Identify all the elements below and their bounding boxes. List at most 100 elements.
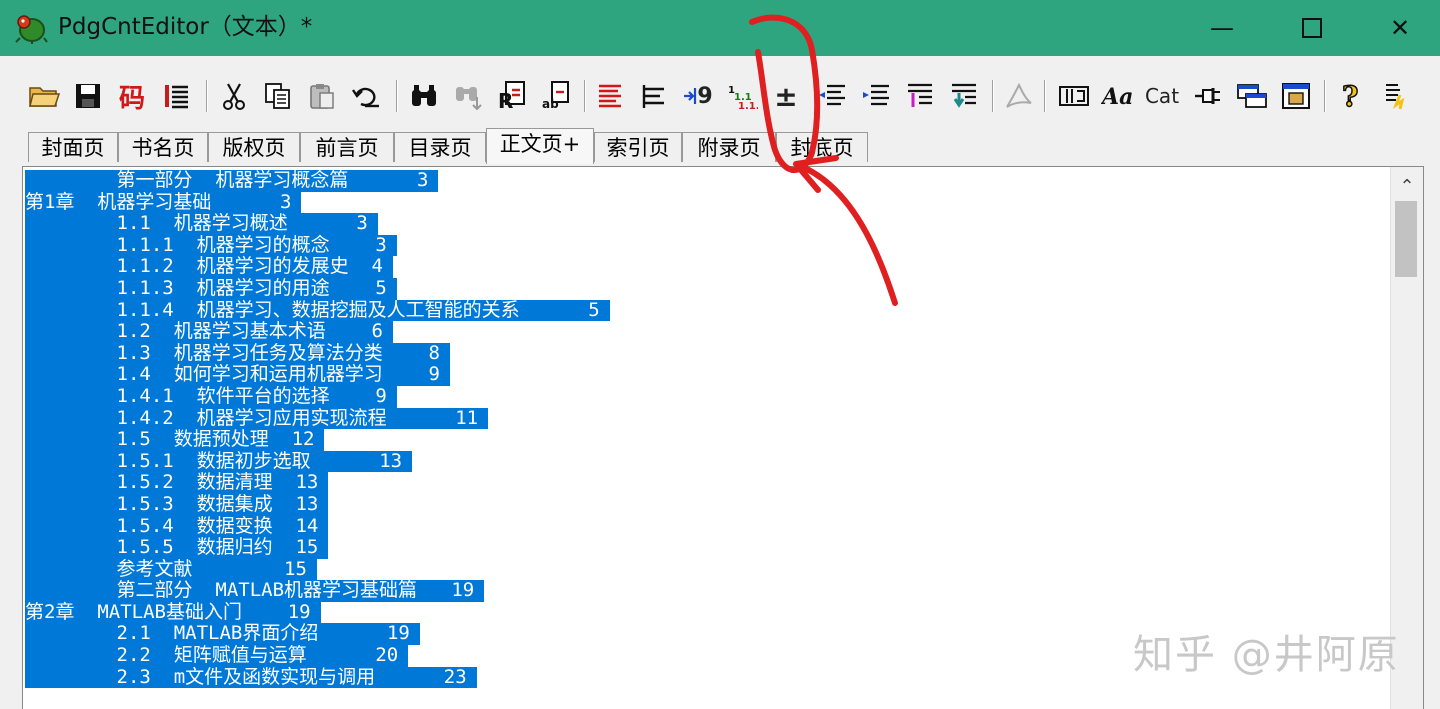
- chevron-up-icon: ⌃: [1399, 175, 1415, 197]
- toc-line-text: 1.5.4 数据变换 14: [25, 515, 329, 538]
- font-aa-icon: Aa: [1101, 84, 1133, 110]
- toc-line: 1.1.2 机器学习的发展史 4: [25, 256, 610, 278]
- plus-minus-icon: ±: [774, 79, 798, 113]
- replace-button[interactable]: R: [492, 76, 532, 116]
- replace-all-button[interactable]: ab: [536, 76, 576, 116]
- paste-clipboard-icon: [310, 84, 334, 109]
- cat-text-icon: Cat: [1144, 84, 1180, 108]
- pin-button[interactable]: [1188, 76, 1228, 116]
- toc-line-text: 1.4.2 机器学习应用实现流程 11: [25, 407, 489, 430]
- watermark: 知乎 @井阿原: [1133, 632, 1400, 678]
- toc-line: 1.5.5 数据归约 15: [25, 536, 610, 559]
- preview-button[interactable]: [1276, 76, 1316, 116]
- cat-button[interactable]: Cat: [1142, 76, 1182, 116]
- toc-line: 1.1.1 机器学习的概念 3: [25, 234, 610, 257]
- page-number-button[interactable]: 9: [678, 76, 718, 116]
- indent-button[interactable]: [856, 76, 896, 116]
- undo-button[interactable]: [346, 76, 386, 116]
- toc-line: 1.5.1 数据初步选取 13: [25, 450, 610, 473]
- toolbar-separator: [584, 80, 586, 112]
- scroll-thumb[interactable]: [1395, 201, 1417, 277]
- tab-appendix[interactable]: 附录页: [682, 132, 776, 162]
- open-folder-button[interactable]: [24, 76, 64, 116]
- toc-line: 参考文献 15: [25, 558, 610, 581]
- outdent-button[interactable]: [812, 76, 852, 116]
- level-numbering-button[interactable]: 11.11.1.1: [722, 76, 762, 116]
- toc-line-text: 1.2 机器学习基本术语 6: [25, 321, 393, 343]
- toc-line-text: 第一部分 机器学习概念篇 3: [25, 169, 439, 192]
- list-format-icon: [165, 85, 188, 109]
- toolbar-separator: [1044, 80, 1046, 112]
- help-question-icon: ?: [1341, 80, 1359, 112]
- svg-text:?: ?: [1342, 80, 1358, 112]
- find-button[interactable]: [404, 76, 444, 116]
- toc-line-text: 2.3 m文件及函数实现与调用 23: [25, 666, 477, 689]
- tab-preface[interactable]: 前言页: [300, 132, 394, 162]
- toc-line: 1.5.4 数据变换 14: [25, 515, 610, 538]
- encoding-button[interactable]: 码: [112, 76, 152, 116]
- toolbar-separator: [206, 80, 208, 112]
- about-list-icon: [1386, 84, 1405, 110]
- nine-icon: 9: [697, 83, 713, 109]
- copy-button[interactable]: [258, 76, 298, 116]
- pin-icon: [1195, 88, 1220, 104]
- tab-cover[interactable]: 封面页: [28, 132, 118, 162]
- about-button[interactable]: [1376, 76, 1416, 116]
- open-folder-icon: [29, 87, 60, 107]
- window-layout-button[interactable]: [1232, 76, 1272, 116]
- toc-line-text: 1.5.3 数据集成 13: [25, 493, 329, 516]
- replace-icon: R: [498, 81, 525, 112]
- toc-line-text: 第1章 机器学习基础 3: [25, 191, 302, 214]
- move-up-button[interactable]: [900, 76, 940, 116]
- replace-all-icon: ab: [542, 81, 569, 111]
- tab-contents[interactable]: 目录页: [394, 132, 486, 162]
- toc-line: 1.4.2 机器学习应用实现流程 11: [25, 407, 610, 430]
- indent-lines-button[interactable]: [634, 76, 674, 116]
- save-button[interactable]: [68, 76, 108, 116]
- font-button[interactable]: Aa: [1098, 76, 1138, 116]
- toc-line-text: 1.4 如何学习和运用机器学习 9: [25, 364, 450, 386]
- toc-line-text: 2.2 矩阵赋值与运算 20: [25, 644, 409, 667]
- close-icon: ✕: [1389, 14, 1411, 42]
- move-down-button[interactable]: [944, 76, 984, 116]
- tab-index[interactable]: 索引页: [594, 132, 682, 162]
- toc-line-text: 第2章 MATLAB基础入门 19: [25, 601, 321, 624]
- toc-line-text: 1.5.1 数据初步选取 13: [25, 450, 413, 473]
- toc-line-text: 1.1.2 机器学习的发展史 4: [25, 256, 393, 278]
- indent-lines-icon: [642, 85, 664, 108]
- tab-title-page[interactable]: 书名页: [118, 132, 208, 162]
- toc-line: 1.4 如何学习和运用机器学习 9: [25, 364, 610, 386]
- close-button[interactable]: ✕: [1355, 0, 1440, 56]
- tab-back-cover[interactable]: 封底页: [776, 132, 868, 162]
- maximize-button[interactable]: [1267, 0, 1357, 56]
- tab-copyright[interactable]: 版权页: [208, 132, 300, 162]
- tab-body[interactable]: 正文页+: [486, 128, 594, 164]
- help-button[interactable]: ?: [1332, 76, 1372, 116]
- toc-line: 1.1.4 机器学习、数据挖掘及人工智能的关系 5: [25, 299, 610, 322]
- pdf-button[interactable]: [998, 76, 1038, 116]
- svg-text:Aa: Aa: [1101, 84, 1133, 110]
- code-char-icon: 码: [118, 83, 145, 114]
- svg-text:R: R: [498, 89, 513, 112]
- paste-button[interactable]: [302, 76, 342, 116]
- toc-line-text: 1.5 数据预处理 12: [25, 429, 325, 451]
- list-format-button[interactable]: [156, 76, 196, 116]
- move-down-icon: [952, 83, 976, 108]
- window-title: PdgCntEditor（文本）*: [58, 14, 313, 40]
- align-lines-button[interactable]: [590, 76, 630, 116]
- toc-line: 1.5.3 数据集成 13: [25, 493, 610, 516]
- columns-button[interactable]: [1054, 76, 1094, 116]
- toc-line-text: 1.1 机器学习概述 3: [25, 213, 378, 235]
- minimize-button[interactable]: —: [1177, 0, 1267, 56]
- plus-minus-button[interactable]: ±: [766, 76, 806, 116]
- indent-lines-blue-icon: [863, 84, 889, 106]
- app-bug-icon[interactable]: [14, 12, 48, 44]
- toc-line: 1.5 数据预处理 12: [25, 429, 610, 451]
- scroll-up-button[interactable]: ⌃: [1391, 171, 1423, 201]
- cut-button[interactable]: [214, 76, 254, 116]
- toc-line: 第二部分 MATLAB机器学习基础篇 19: [25, 580, 610, 602]
- svg-text:ab: ab: [542, 97, 559, 111]
- find-next-button[interactable]: [448, 76, 488, 116]
- arrow-right-icon: [684, 88, 697, 104]
- preview-icon: [1282, 83, 1310, 109]
